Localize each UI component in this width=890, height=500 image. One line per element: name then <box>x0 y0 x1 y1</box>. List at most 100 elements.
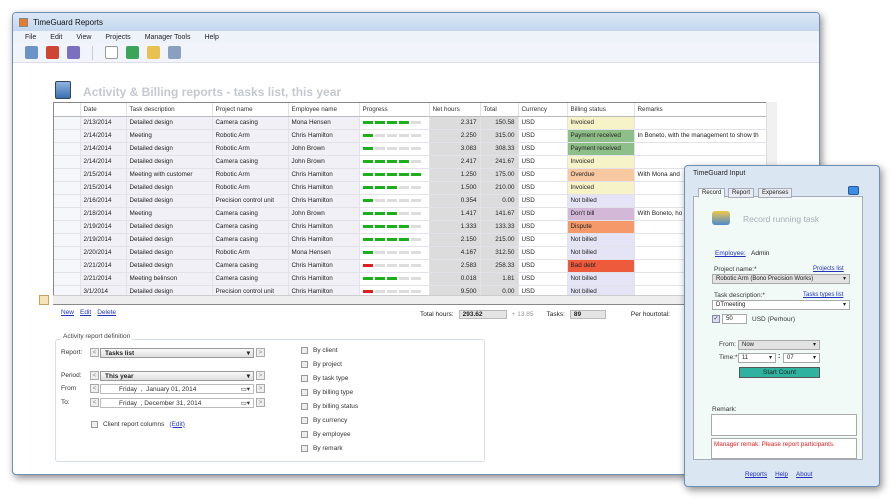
edit-link[interactable]: Edit <box>80 309 91 316</box>
menu-help[interactable]: Help <box>204 34 218 41</box>
grouping-option[interactable]: By project <box>301 357 358 371</box>
grouping-option[interactable]: By remark <box>301 441 358 455</box>
calendar-icon[interactable]: ▭▾ <box>241 399 250 408</box>
horizontal-scrollbar[interactable] <box>53 295 766 304</box>
table-row[interactable]: 2/14/2014 Detailed design Camera casing Joh… <box>54 155 768 169</box>
start-count-button[interactable]: Start Count <box>739 367 820 378</box>
period-next-button[interactable]: > <box>256 371 265 380</box>
column-header[interactable]: Employee name <box>288 103 360 117</box>
row-header[interactable] <box>54 194 81 208</box>
table-row[interactable]: 2/20/2014 Detailed design Robotic Arm Mona … <box>54 246 768 260</box>
menu-view[interactable]: View <box>76 34 91 41</box>
row-header[interactable] <box>54 181 81 195</box>
reports-link[interactable]: Reports <box>745 471 767 478</box>
to-prev-button[interactable]: < <box>90 398 99 407</box>
grouping-checkbox[interactable] <box>301 416 308 424</box>
grouping-checkbox[interactable] <box>301 360 308 368</box>
employee-link[interactable]: Employee: <box>715 250 746 257</box>
delete-link[interactable]: Delete <box>97 309 116 316</box>
tab-expenses[interactable]: Expenses <box>758 188 793 198</box>
row-header[interactable] <box>54 220 81 234</box>
column-header[interactable]: Progress <box>359 103 430 117</box>
row-header[interactable] <box>54 155 81 169</box>
calendar-icon[interactable]: ▭▾ <box>241 385 250 394</box>
help-link[interactable]: Help <box>775 471 788 478</box>
column-header[interactable]: Task description <box>126 103 213 117</box>
row-header[interactable] <box>54 259 81 273</box>
row-header[interactable] <box>54 116 81 130</box>
projects-list-link[interactable]: Projects list <box>813 266 844 272</box>
refresh-icon[interactable] <box>126 46 139 59</box>
reports-icon[interactable] <box>25 46 38 59</box>
project-select[interactable]: Robotic Arm (Bono Precision Works) ▾ <box>712 274 850 284</box>
hour-select[interactable]: 11 ▾ <box>738 353 776 363</box>
column-header[interactable]: Remarks <box>634 103 768 117</box>
remark-input[interactable] <box>711 414 857 436</box>
row-header[interactable] <box>54 129 81 143</box>
grouping-checkbox[interactable] <box>301 402 308 410</box>
new-link[interactable]: New <box>61 309 74 316</box>
column-header[interactable]: Net hours <box>429 103 481 117</box>
row-header[interactable] <box>54 272 81 286</box>
column-header[interactable]: Date <box>80 103 127 117</box>
rate-checkbox[interactable]: ✓ <box>712 315 720 323</box>
grouping-option[interactable]: By currency <box>301 413 358 427</box>
table-row[interactable]: 2/19/2014 Detailed design Camera casing Chr… <box>54 233 768 247</box>
column-header[interactable]: Currency <box>518 103 568 117</box>
column-header[interactable]: Billing status <box>567 103 635 117</box>
row-header[interactable] <box>54 142 81 156</box>
grouping-option[interactable]: By client <box>301 343 358 357</box>
column-header[interactable]: Total <box>480 103 519 117</box>
task-types-list-link[interactable]: Tasks types list <box>803 292 843 298</box>
new-document-icon[interactable] <box>105 46 118 59</box>
grouping-option[interactable]: By billing status <box>301 399 358 413</box>
column-header[interactable]: Project name <box>212 103 289 117</box>
task-description-select[interactable]: DTmeeting ▾ <box>712 300 850 310</box>
to-date-picker[interactable]: Friday , December 31, 2014 ▭▾ <box>100 398 254 408</box>
table-row[interactable]: 2/21/2014 Meeting belinson Camera casing Ch… <box>54 272 768 286</box>
edit-columns-link[interactable]: (Edit) <box>169 421 185 428</box>
minute-select[interactable]: 07 ▾ <box>783 353 820 363</box>
client-report-columns-checkbox[interactable] <box>91 420 98 428</box>
menu-manager-tools[interactable]: Manager Tools <box>145 34 191 41</box>
table-row[interactable]: 2/15/2014 Meeting with customer Robotic Ar… <box>54 168 768 182</box>
grouping-checkbox[interactable] <box>301 346 308 354</box>
expand-icon[interactable] <box>39 295 49 305</box>
table-row[interactable]: 2/19/2014 Detailed design Camera casing Chr… <box>54 220 768 234</box>
row-header[interactable] <box>54 233 81 247</box>
grouping-option[interactable]: By task type <box>301 371 358 385</box>
minimize-icon[interactable] <box>848 186 859 195</box>
from-select[interactable]: Now ▾ <box>738 340 820 350</box>
grouping-checkbox[interactable] <box>301 374 308 382</box>
from-date-picker[interactable]: Friday , January 01, 2014 ▭▾ <box>100 384 254 394</box>
report-next-button[interactable]: > <box>256 348 265 357</box>
from-prev-button[interactable]: < <box>90 384 99 393</box>
table-row[interactable]: 2/21/2014 Detailed design Camera casing Chr… <box>54 259 768 273</box>
print-icon[interactable] <box>168 46 181 59</box>
table-row[interactable]: 2/18/2014 Meeting Camera casing John Brown 1… <box>54 207 768 221</box>
row-header[interactable] <box>54 207 81 221</box>
book-icon[interactable] <box>67 46 80 59</box>
grouping-checkbox[interactable] <box>301 444 308 452</box>
billing-icon[interactable] <box>46 46 59 59</box>
to-next-button[interactable]: > <box>256 398 265 407</box>
tab-report[interactable]: Report <box>728 188 755 198</box>
period-select[interactable]: This year ▾ <box>100 371 254 381</box>
grouping-checkbox[interactable] <box>301 430 308 438</box>
table-row[interactable]: 2/15/2014 Detailed design Robotic Arm Chris… <box>54 181 768 195</box>
period-prev-button[interactable]: < <box>90 371 99 380</box>
rate-input[interactable]: 50 <box>722 314 747 324</box>
table-row[interactable]: 2/14/2014 Detailed design Robotic Arm John … <box>54 142 768 156</box>
grouping-option[interactable]: By employee <box>301 427 358 441</box>
from-next-button[interactable]: > <box>256 384 265 393</box>
grouping-option[interactable]: By billing type <box>301 385 358 399</box>
tab-record[interactable]: Record <box>698 188 726 198</box>
grouping-checkbox[interactable] <box>301 388 308 396</box>
table-row[interactable]: 2/16/2014 Detailed design Precision contro… <box>54 194 768 208</box>
table-row[interactable]: 2/14/2014 Meeting Robotic Arm Chris Hamilto… <box>54 129 768 143</box>
menu-edit[interactable]: Edit <box>50 34 62 41</box>
row-header[interactable] <box>54 246 81 260</box>
about-link[interactable]: About <box>796 471 812 478</box>
report-prev-button[interactable]: < <box>90 348 99 357</box>
table-row[interactable]: 2/13/2014 Detailed design Camera casing Mon… <box>54 116 768 130</box>
